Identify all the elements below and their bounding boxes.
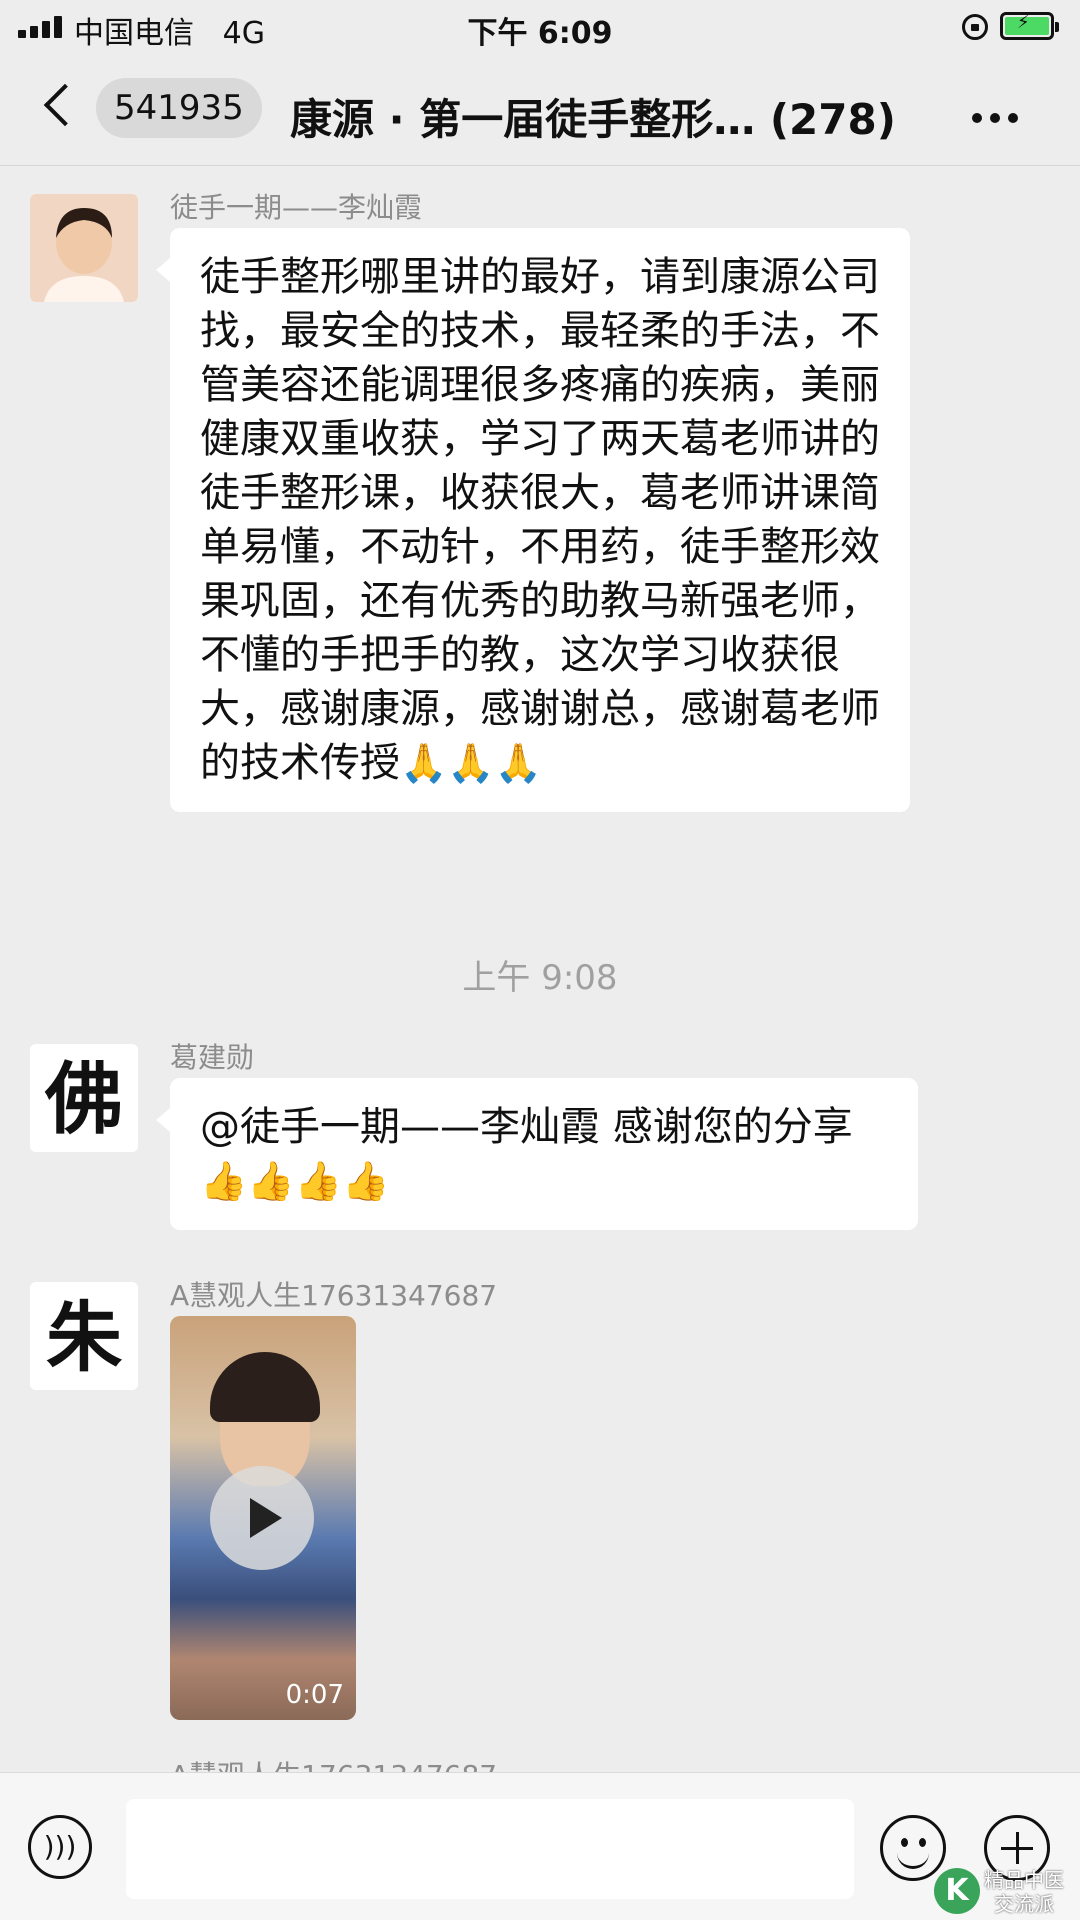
pray-emoji: 🙏🙏🙏 [400,741,542,785]
avatar-photo [30,194,138,302]
svg-text:朱: 朱 [46,1293,123,1382]
watermark-logo: K [934,1868,980,1914]
svg-text:佛: 佛 [44,1054,123,1145]
more-options-icon[interactable] [972,108,1026,127]
member-count: (278) [769,95,896,144]
message-text: 徒手整形哪里讲的最好，请到康源公司找，最安全的技术，最轻柔的手法，不管美容还能调… [200,254,880,786]
video-duration: 0:07 [285,1680,344,1710]
back-icon[interactable] [43,83,87,127]
battery-icon [1000,12,1059,40]
play-icon[interactable] [210,1466,314,1570]
clock: 下午 6:09 [467,16,613,51]
calligraphy-avatar: 朱 [30,1282,138,1390]
watermark: K 精品中医 交流派 [930,1866,1080,1920]
voice-input-icon[interactable]: ))) [28,1815,92,1879]
rotation-lock-icon [962,14,988,40]
status-bar: 中国电信 4G 下午 6:09 [0,0,1080,56]
avatar[interactable]: 朱 [30,1282,138,1390]
sender-name: A慧观人生17631347687 [170,1279,498,1312]
message-bubble[interactable]: @徒手一期——李灿霞 感谢您的分享 👍👍👍👍 [156,1078,918,1230]
avatar[interactable]: 佛 [30,1044,138,1152]
chat-header: 541935 康源 · 第一届徒手整形… (278) [0,56,1080,166]
time-divider: 上午 9:08 [462,958,618,998]
calligraphy-avatar: 佛 [30,1044,138,1152]
video-message[interactable]: 0:07 [170,1316,356,1720]
sender-name: 葛建勋 [170,1041,255,1074]
avatar[interactable] [30,194,138,302]
thumbs-up-emoji: 👍👍👍👍 [200,1159,390,1203]
unread-badge[interactable]: 541935 [96,78,262,138]
chat-title: 康源 · 第一届徒手整形… (278) [290,95,896,144]
message-text: @徒手一期——李灿霞 感谢您的分享 [200,1104,853,1150]
message-input[interactable] [126,1799,854,1899]
input-bar: ))) [0,1772,1080,1920]
message-bubble[interactable]: 徒手整形哪里讲的最好，请到康源公司找，最安全的技术，最轻柔的手法，不管美容还能调… [156,228,910,812]
sender-name: 徒手一期——李灿霞 [170,191,423,224]
